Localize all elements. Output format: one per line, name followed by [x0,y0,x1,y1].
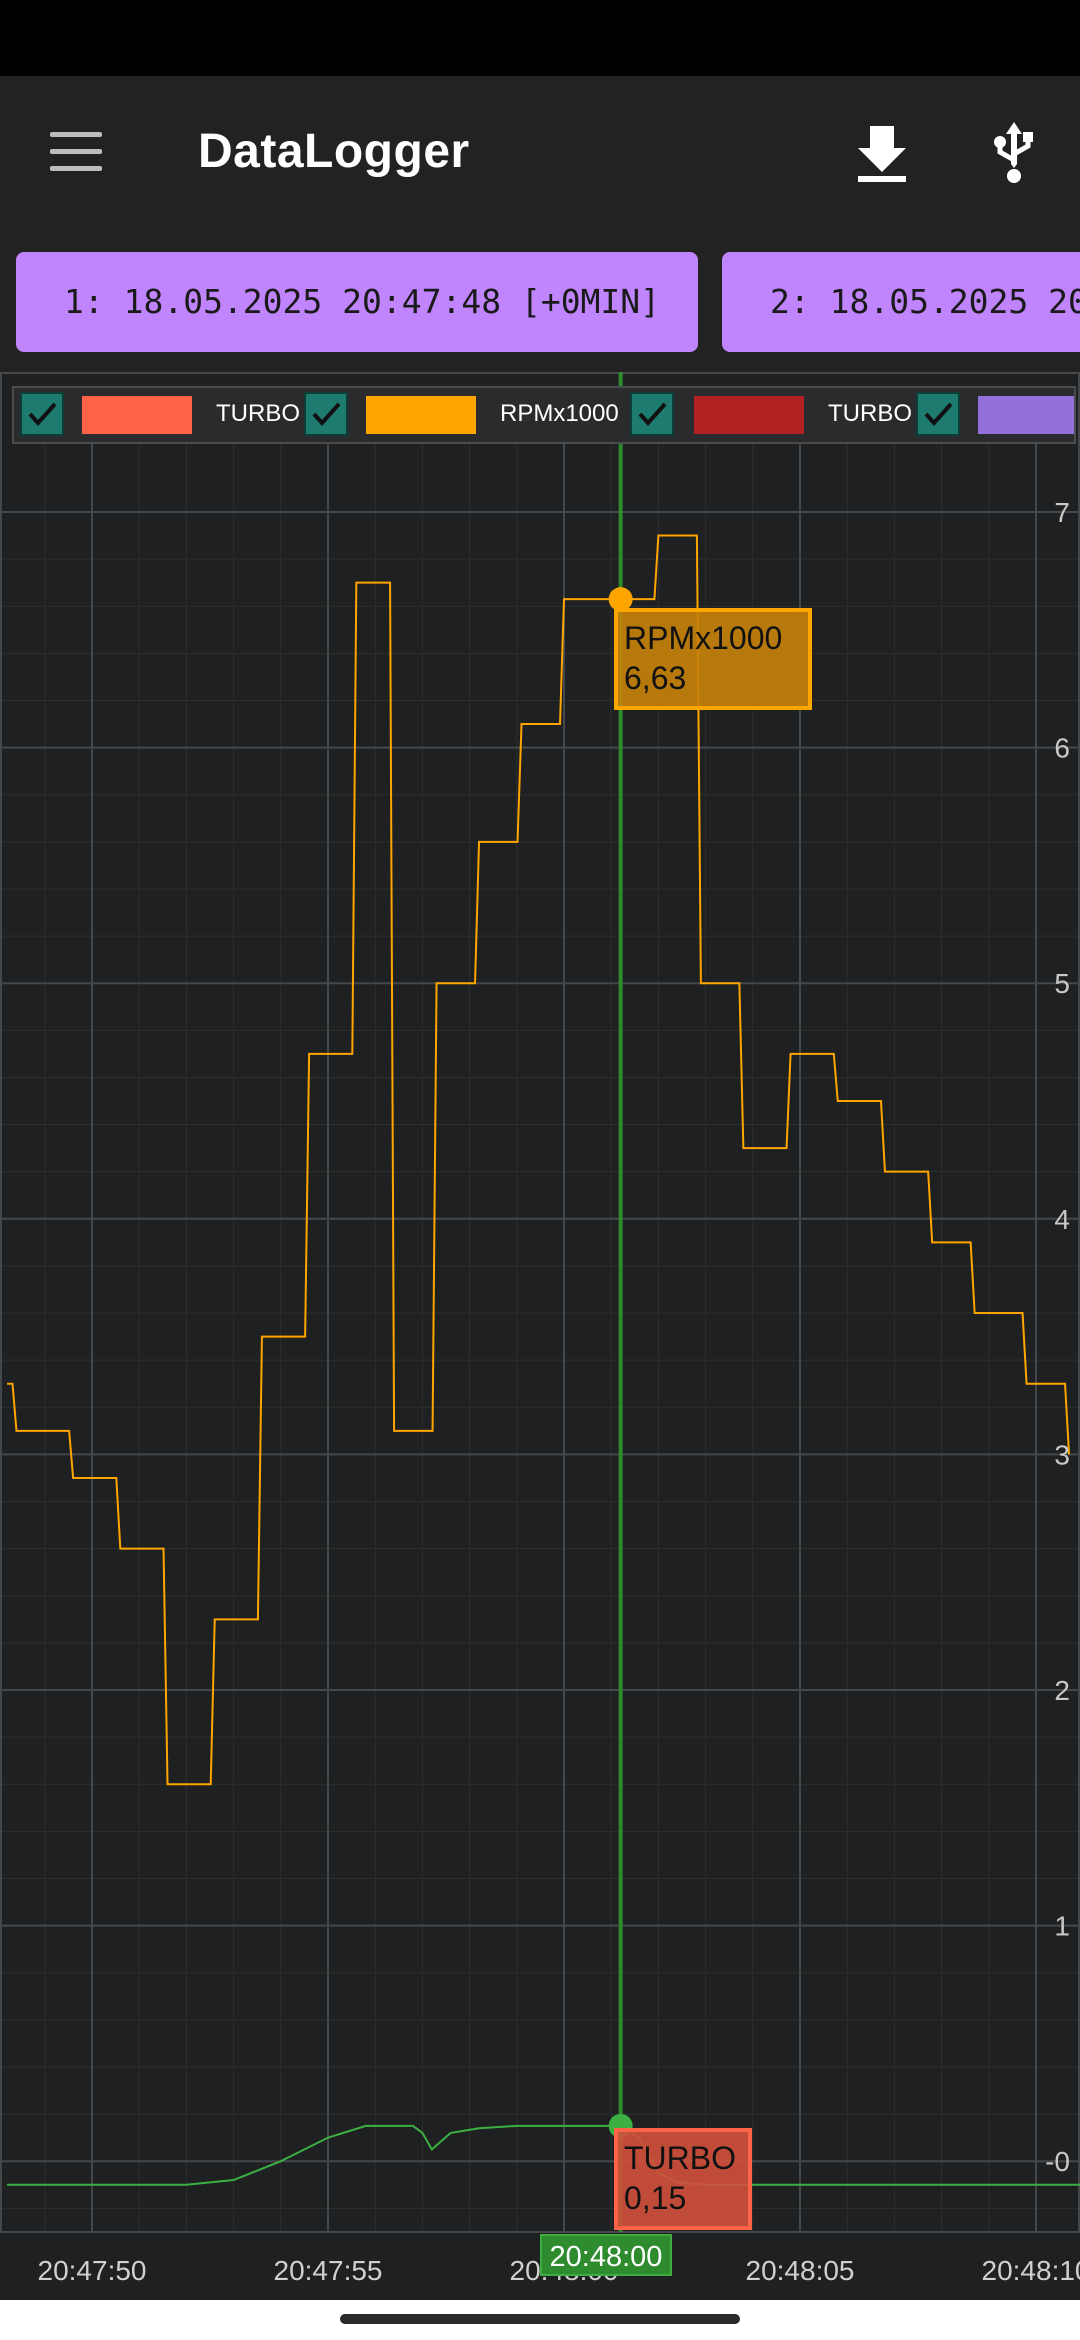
session-chip-1[interactable]: 1: 18.05.2025 20:47:48 [+0MIN] [16,252,698,352]
y-tick-label: 5 [1054,968,1070,999]
y-tick-label: 4 [1054,1204,1070,1235]
legend-checkbox-1[interactable] [20,392,64,436]
x-tick-label: 20:47:55 [274,2255,383,2286]
series-line-2 [7,2124,1080,2186]
y-tick-label: -0 [1045,2146,1070,2177]
x-tick-label: 20:48:05 [746,2255,855,2286]
legend-checkbox-3[interactable] [630,392,674,436]
app-bar: DataLogger [0,76,1080,232]
plot-border [0,372,1080,2233]
legend-label-2: RPMx1000 [500,400,619,427]
status-bar [0,0,1080,76]
legend-label-3: TURBO [828,400,912,427]
usb-icon [994,122,1033,183]
series-line-1 [7,534,1071,1786]
rpm-tooltip-value: 6,63 [624,660,687,696]
session-bar: 1: 18.05.2025 20:47:48 [+0MIN] 2: 18.05.… [0,232,1080,372]
turbo-tooltip: TURBO 0,15 [614,2128,752,2230]
rpm-tooltip: RPMx1000 6,63 [614,608,812,710]
y-tick-label: 1 [1054,1911,1070,1942]
check-icon [312,402,341,427]
legend-swatch-1 [82,396,192,434]
turbo-tooltip-name: TURBO [624,2140,736,2176]
app-title: DataLogger [198,125,470,178]
check-icon [924,402,953,427]
rpm-tooltip-name: RPMx1000 [624,620,783,656]
x-tick-label: 20:48:10 [982,2255,1080,2286]
legend-swatch-2 [366,396,476,434]
y-tick-label: 6 [1054,733,1070,764]
usb-button[interactable] [978,116,1050,188]
legend-label-1: TURBO [216,400,300,427]
home-indicator[interactable] [340,2314,740,2324]
legend-checkbox-4[interactable] [916,392,960,436]
x-tick-label: 20:47:50 [38,2255,147,2286]
chart-plot[interactable]: 7 6 5 4 3 2 1 -0 20:47:50 20:47:55 20:48:00 20:48:0… [0,372,1080,2300]
legend: TURBO RPMx1000 TURBO [12,386,1076,444]
legend-swatch-4 [978,396,1074,434]
legend-checkbox-2[interactable] [304,392,348,436]
turbo-tooltip-value: 0,15 [624,2180,687,2216]
legend-swatch-3 [694,396,804,434]
y-tick-label: 3 [1054,1439,1070,1470]
session-chip-2[interactable]: 2: 18.05.2025 20:48:21 [+0MIN] [722,252,1080,352]
y-tick-label: 2 [1054,1675,1070,1706]
cursor-time-badge: 20:48:00 [540,2234,672,2276]
navigation-bar [0,2300,1080,2340]
session-chip-label: 1: 18.05.2025 20:47:48 [+0MIN] [64,282,661,321]
chart-area[interactable]: 7 6 5 4 3 2 1 -0 20:47:50 20:47:55 20:48:00 20:48:0… [0,372,1080,2300]
download-button[interactable] [846,116,918,188]
check-icon [28,402,57,427]
y-tick-label: 7 [1054,497,1070,528]
download-icon [858,126,906,182]
menu-button[interactable] [40,122,112,182]
check-icon [638,402,667,427]
session-chip-label: 2: 18.05.2025 20:48:21 [+0MIN] [770,282,1080,321]
